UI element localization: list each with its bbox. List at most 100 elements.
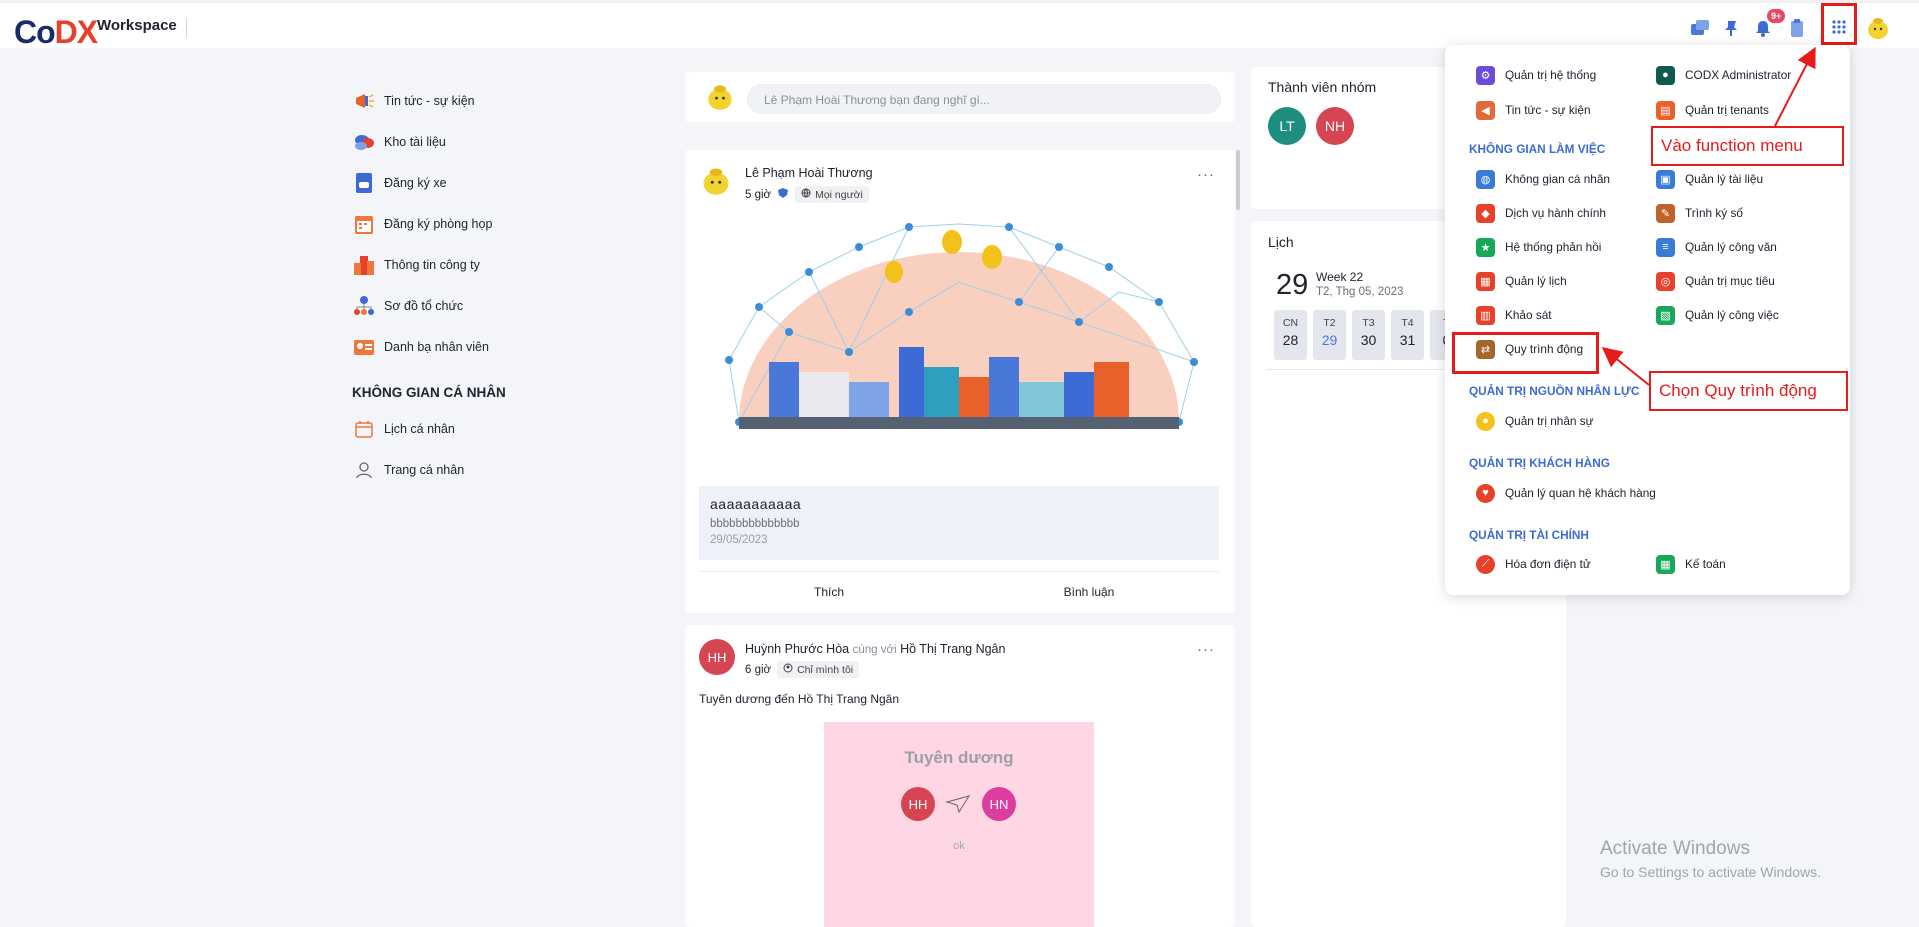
hr-heading: QUẢN TRỊ NGUỒN NHÂN LỰC <box>1469 384 1640 398</box>
sidebar-item-documents[interactable]: Kho tài liệu <box>352 121 592 162</box>
day-cell[interactable]: T2 29 <box>1313 310 1346 360</box>
invoice-icon: ⟋ <box>1476 554 1495 574</box>
post-title: aaaaaaaaaaa <box>710 496 802 512</box>
comment-button[interactable]: Bình luận <box>959 572 1219 611</box>
menu-item-einvoice[interactable]: ⟋ Hóa đơn điện tử <box>1476 552 1591 576</box>
calendar-title: Lịch <box>1268 234 1294 250</box>
menu-item-documents[interactable]: ▣ Quản lý tài liệu <box>1656 167 1763 191</box>
menu-item-hr[interactable]: ● Quản trị nhân sự <box>1476 409 1594 433</box>
menu-item-accounting[interactable]: ▦ Kế toán <box>1656 552 1726 576</box>
annotation-choose-process: Chọn Quy trình động <box>1649 371 1848 411</box>
user-avatar[interactable] <box>1866 16 1890 40</box>
post-text: bbbbbbbbbbbbbb <box>710 518 800 530</box>
paper-plane-icon <box>945 795 971 814</box>
sidebar-item-meeting-room[interactable]: Đăng ký phòng họp <box>352 203 592 244</box>
audience-chip[interactable]: Mọi người <box>795 186 869 203</box>
car-icon <box>352 171 376 195</box>
like-button[interactable]: Thích <box>699 572 959 611</box>
menu-item-schedule[interactable]: ▦ Quản lý lịch <box>1476 269 1567 293</box>
chat-icon[interactable] <box>1689 17 1711 39</box>
megaphone-icon: ◀ <box>1476 100 1495 120</box>
windows-watermark-title: Activate Windows <box>1600 838 1750 859</box>
menu-item-crm[interactable]: ♥ Quản lý quan hệ khách hàng <box>1476 481 1656 505</box>
shield-icon <box>777 187 789 202</box>
feed-scrollbar[interactable] <box>1236 150 1240 210</box>
calendar-icon: ▦ <box>1476 271 1495 291</box>
layers-icon: ≡ <box>1656 237 1675 257</box>
admin-user-icon: ● <box>1656 65 1675 85</box>
sidebar-item-personal-calendar[interactable]: Lịch cá nhân <box>352 408 592 449</box>
calendar-room-icon <box>352 212 376 236</box>
smart-city-illustration <box>725 223 1198 429</box>
folder-cloud-icon <box>352 130 376 154</box>
target-icon: ◎ <box>1656 271 1675 291</box>
day-cell[interactable]: T3 30 <box>1352 310 1385 360</box>
menu-item-tenants[interactable]: ▤ Quản trị tenants <box>1656 98 1769 122</box>
highlight-function-menu-button <box>1821 3 1857 45</box>
menu-item-survey[interactable]: ▥ Khảo sát <box>1476 303 1552 327</box>
globe-icon <box>801 188 811 201</box>
sidebar-item-org-chart[interactable]: Sơ đồ tổ chức <box>352 285 592 326</box>
codx-logo[interactable]: CoDX <box>14 14 98 51</box>
sidebar-item-vehicle[interactable]: Đăng ký xe <box>352 162 592 203</box>
menu-item-tasks[interactable]: ▧ Quản lý công việc <box>1656 303 1779 327</box>
sidebar-item-contacts[interactable]: Danh bạ nhân viên <box>352 326 592 367</box>
member-avatar[interactable]: NH <box>1316 107 1354 145</box>
globe-icon: ◍ <box>1476 169 1495 189</box>
composer-input[interactable]: Lê Phạm Hoài Thương bạn đang nghĩ gì... <box>747 84 1221 114</box>
menu-item-digital-sign[interactable]: ✎ Trình ký số <box>1656 201 1743 225</box>
gear-icon: ⚙ <box>1476 65 1495 85</box>
pin-icon[interactable] <box>1720 17 1742 39</box>
menu-item-news[interactable]: ◀ Tin tức - sự kiện <box>1476 98 1591 122</box>
hr-person-icon: ● <box>1476 411 1495 431</box>
praise-title: Tuyên dương <box>904 748 1014 767</box>
post-content[interactable]: aaaaaaaaaaa bbbbbbbbbbbbbb 29/05/2023 <box>699 486 1219 560</box>
workspace-title: Workspace <box>97 17 177 34</box>
post-meta: 5 giờ Mọi người <box>745 186 869 203</box>
sidebar-item-company[interactable]: Thông tin công ty <box>352 244 592 285</box>
task-icon: ▧ <box>1656 305 1675 325</box>
top-bar: CoDX Workspace 9+ <box>0 0 1919 51</box>
post-author-avatar[interactable] <box>701 166 733 198</box>
post-more-icon[interactable]: ··· <box>1197 166 1215 183</box>
menu-item-codx-admin[interactable]: ● CODX Administrator <box>1656 63 1791 87</box>
private-user-icon <box>783 663 793 676</box>
spreadsheet-icon: ▦ <box>1656 554 1675 574</box>
workspace-heading: KHÔNG GIAN LÀM VIỆC <box>1469 142 1606 156</box>
contacts-icon <box>352 335 376 359</box>
praise-from-avatar: HH <box>901 787 935 821</box>
menu-item-goals[interactable]: ◎ Quản trị mục tiêu <box>1656 269 1775 293</box>
day-cell[interactable]: T4 31 <box>1391 310 1424 360</box>
menu-item-feedback[interactable]: ★ Hệ thống phản hồi <box>1476 235 1601 259</box>
day-cell[interactable]: CN 28 <box>1274 310 1307 360</box>
audience-chip[interactable]: Chỉ mình tôi <box>777 661 860 678</box>
post-date: 29/05/2023 <box>710 534 768 546</box>
left-sidebar: Tin tức - sự kiện Kho tài liệu Đăng ký x… <box>352 80 592 490</box>
menu-item-admin-services[interactable]: ◆ Dịch vụ hành chính <box>1476 201 1606 225</box>
clipboard-icon[interactable] <box>1786 17 1808 39</box>
sidebar-item-personal-page[interactable]: Trang cá nhân <box>352 449 592 490</box>
calendar-day: 29 <box>1276 269 1309 301</box>
post-author-name[interactable]: Lê Phạm Hoài Thương <box>745 166 873 180</box>
highlight-dynamic-process <box>1452 332 1599 374</box>
personal-space-heading: KHÔNG GIAN CÁ NHÂN <box>352 385 506 400</box>
finance-heading: QUẢN TRỊ TÀI CHÍNH <box>1469 528 1589 542</box>
post-author-avatar[interactable]: HH <box>699 639 735 675</box>
title-divider <box>186 19 187 37</box>
member-avatar[interactable]: LT <box>1268 107 1306 145</box>
menu-item-system-admin[interactable]: ⚙ Quản trị hệ thống <box>1476 63 1596 87</box>
crm-heading: QUẢN TRỊ KHÁCH HÀNG <box>1469 456 1610 470</box>
menu-item-personal-space[interactable]: ◍ Không gian cá nhân <box>1476 167 1610 191</box>
post-card: Lê Phạm Hoài Thương 5 giờ Mọi người ··· <box>685 150 1235 613</box>
composer-avatar <box>706 83 734 111</box>
sidebar-item-news[interactable]: Tin tức - sự kiện <box>352 80 592 121</box>
folder-icon: ▣ <box>1656 169 1675 189</box>
menu-item-dispatch[interactable]: ≡ Quản lý công văn <box>1656 235 1777 259</box>
praise-note: ok <box>953 840 965 852</box>
megaphone-icon <box>352 89 376 113</box>
post-more-icon[interactable]: ··· <box>1197 641 1215 658</box>
user-icon <box>352 458 376 482</box>
praise-to-avatar: HN <box>982 787 1016 821</box>
building-icon <box>352 253 376 277</box>
org-chart-icon <box>352 294 376 318</box>
